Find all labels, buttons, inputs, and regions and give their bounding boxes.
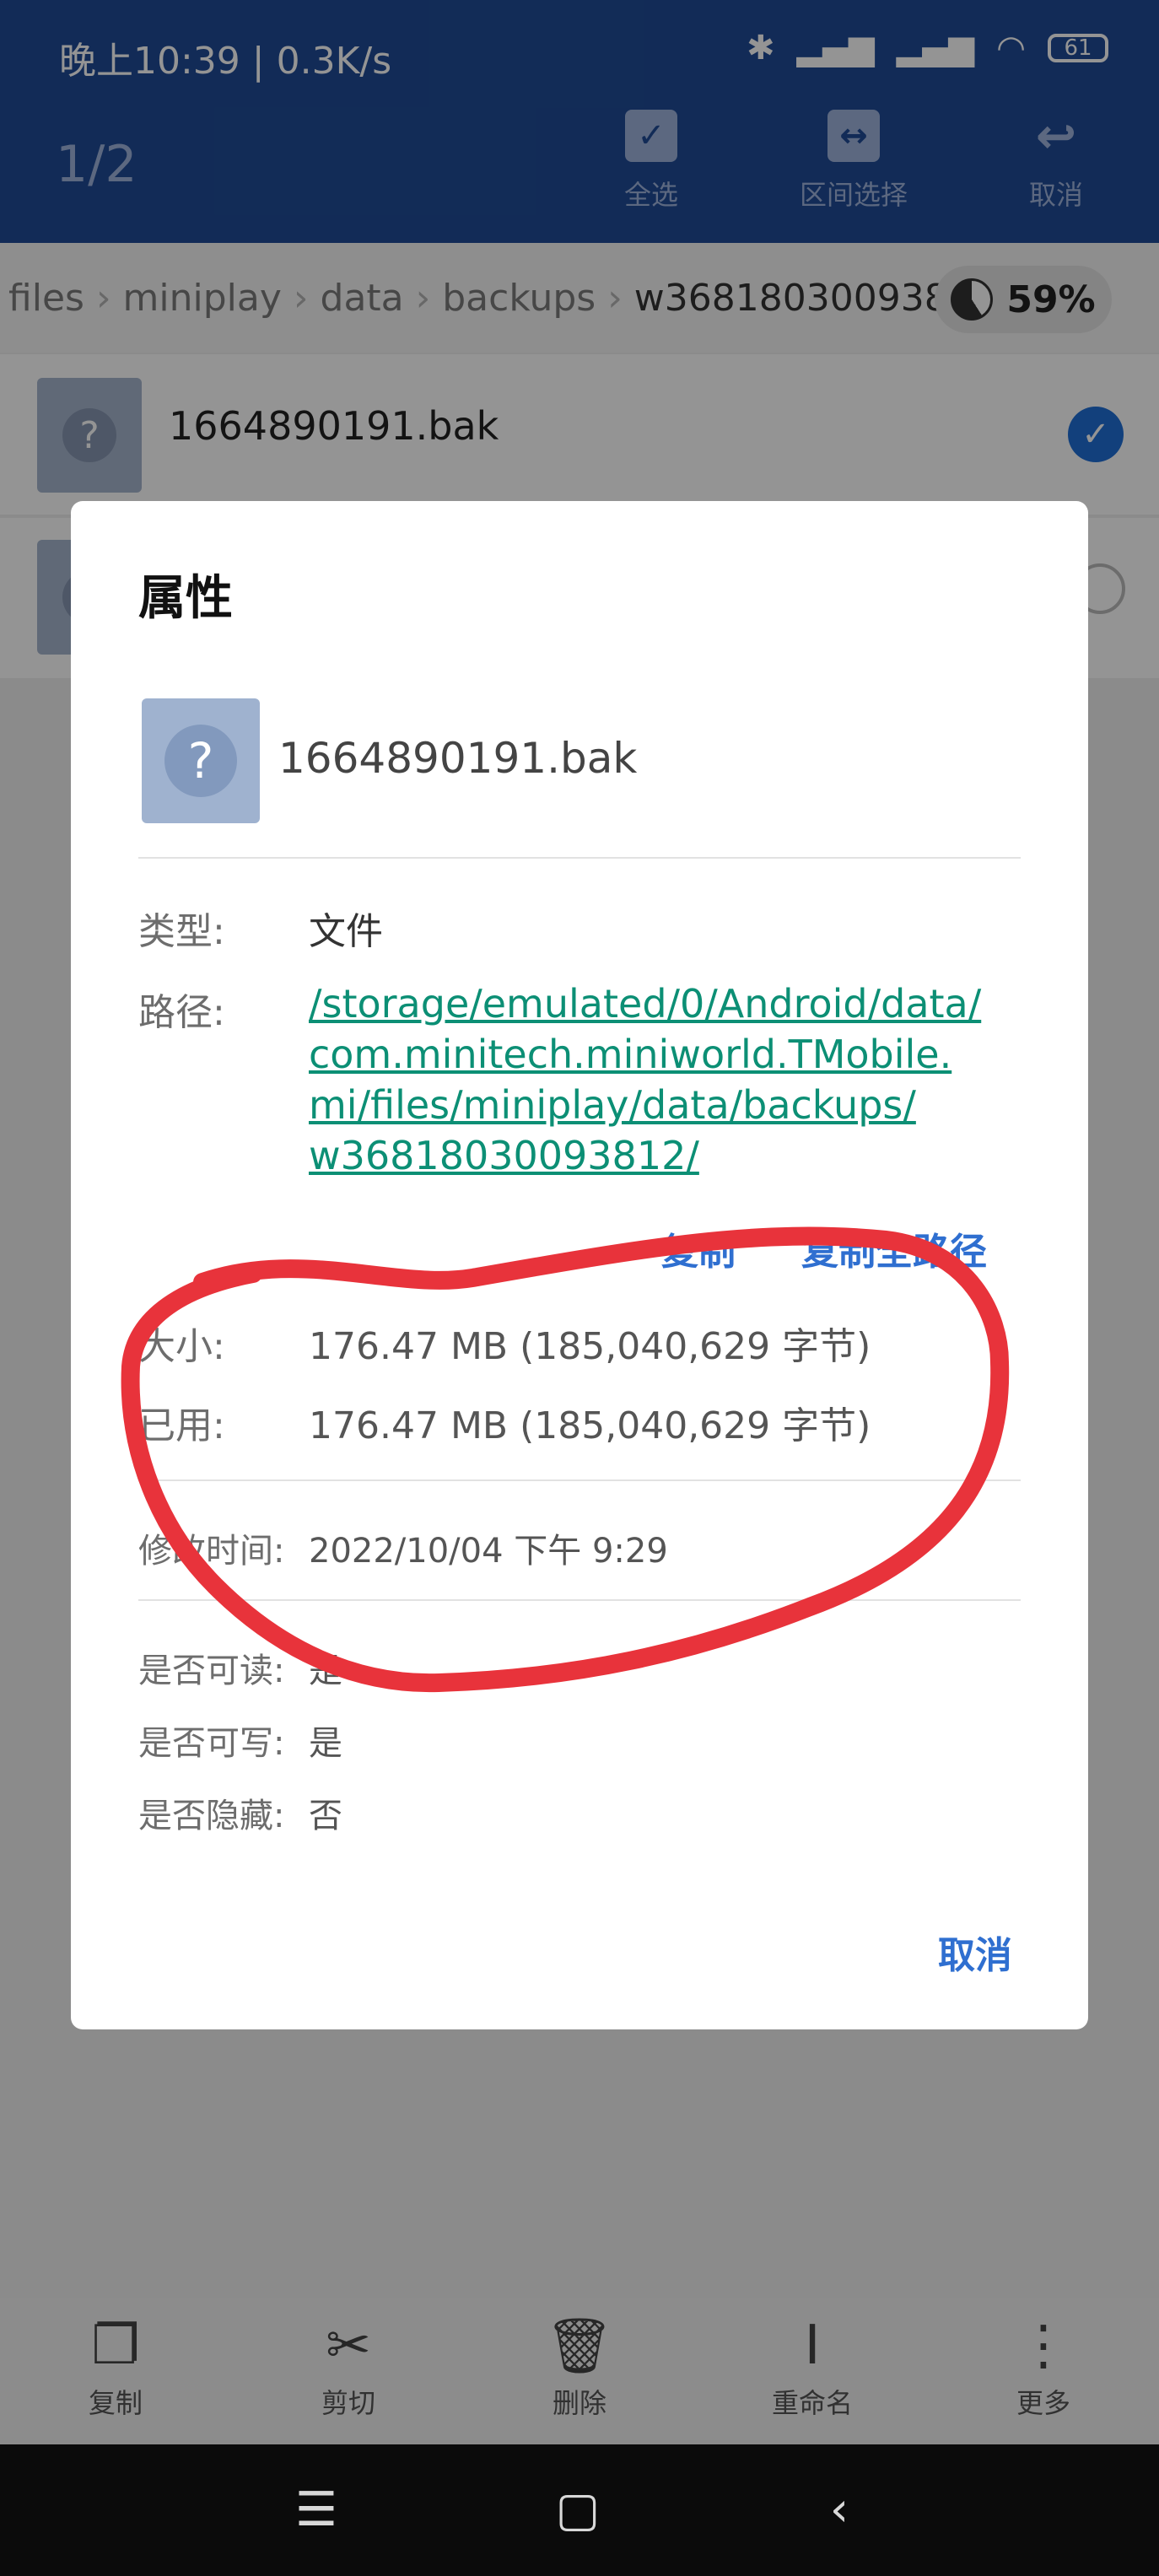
- modified-label: 修改时间:: [138, 1532, 285, 1571]
- path-line: /storage/emulated/0/Android/data/: [309, 981, 982, 1027]
- size-label: 大小:: [138, 1325, 225, 1368]
- used-label: 已用:: [138, 1404, 225, 1447]
- menu-icon[interactable]: ☰: [278, 2476, 354, 2543]
- type-value: 文件: [309, 910, 383, 953]
- path-label: 路径:: [138, 991, 225, 1034]
- hidden-value: 否: [309, 1797, 342, 1835]
- dialog-title: 属性: [138, 571, 233, 626]
- back-icon[interactable]: ‹: [801, 2476, 877, 2543]
- file-unknown-icon: ?: [142, 698, 260, 823]
- modified-value: 2022/10/04 下午 9:29: [309, 1532, 668, 1571]
- writable-label: 是否可写:: [138, 1724, 285, 1763]
- writable-value: 是: [309, 1724, 342, 1763]
- path-line: mi/files/miniplay/data/backups/: [309, 1082, 916, 1128]
- hidden-label: 是否隐藏:: [138, 1797, 285, 1835]
- used-value: 176.47 MB (185,040,629 字节): [309, 1404, 871, 1447]
- type-label: 类型:: [138, 910, 225, 953]
- readable-value: 是: [309, 1652, 342, 1690]
- divider: [138, 1599, 1021, 1601]
- readable-label: 是否可读:: [138, 1652, 285, 1690]
- divider: [138, 857, 1021, 859]
- divider: [138, 1479, 1021, 1481]
- size-value: 176.47 MB (185,040,629 字节): [309, 1325, 871, 1368]
- home-icon[interactable]: ▢: [540, 2476, 616, 2543]
- path-line: com.minitech.miniworld.TMobile.: [309, 1032, 952, 1077]
- path-link[interactable]: /storage/emulated/0/Android/data/ com.mi…: [309, 978, 1026, 1181]
- copy-full-path-button[interactable]: 复制全路径: [801, 1221, 987, 1275]
- path-line: w36818030093812/: [309, 1133, 699, 1178]
- dialog-file-name: 1664890191.bak: [278, 734, 638, 783]
- copy-path-button[interactable]: 复制: [661, 1221, 736, 1275]
- cancel-button[interactable]: 取消: [938, 1925, 1012, 1979]
